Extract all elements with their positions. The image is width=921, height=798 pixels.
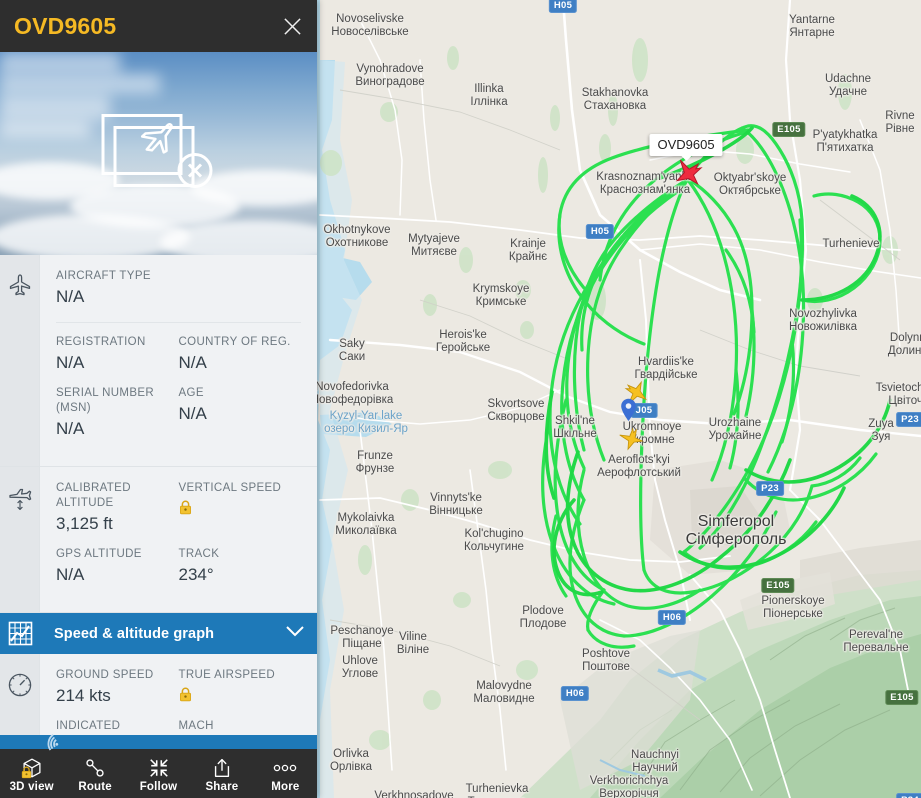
field-label: TRUE AIRSPEED	[178, 669, 276, 681]
wifi-icon	[44, 733, 62, 754]
no-aircraft-photo-icon	[99, 111, 219, 196]
field-true-airspeed: TRUE AIRSPEED	[179, 668, 302, 719]
bottom-toolbar: 3D view Route Follow Share More	[0, 749, 317, 798]
lock-icon[interactable]	[179, 500, 192, 520]
field-value: 234°	[178, 565, 214, 584]
toolbar-label: More	[271, 780, 300, 793]
road-shield: E105	[761, 578, 795, 593]
field-label: GROUND SPEED	[56, 669, 154, 681]
section-altitude: CALIBRATED ALTITUDE 3,125 ft VERTICAL SP…	[0, 467, 317, 613]
field-country-of-reg: COUNTRY OF REG. N/A	[179, 335, 302, 386]
toolbar-label: Route	[78, 780, 112, 793]
field-ground-speed: GROUND SPEED 214 kts	[56, 668, 179, 719]
toolbar-share-button[interactable]: Share	[190, 755, 253, 793]
section-speed: GROUND SPEED 214 kts TRUE AIRSPEED INDIC…	[0, 654, 317, 735]
signal-strip	[0, 733, 317, 751]
cube-icon	[0, 757, 63, 779]
field-label: AGE	[178, 387, 204, 399]
flight-details-panel: OVD9605 AIRCRAFT TYPE N/A REGISTRATION N…	[0, 0, 317, 798]
section-aircraft: AIRCRAFT TYPE N/A REGISTRATION N/A COUNT…	[0, 255, 317, 467]
field-indicated-airspeed: INDICATED AIRSPEED	[56, 719, 179, 735]
toolbar-more-button[interactable]: More	[254, 755, 317, 793]
section-aircraft-body: AIRCRAFT TYPE N/A REGISTRATION N/A COUNT…	[40, 255, 317, 466]
field-label: REGISTRATION	[56, 336, 146, 348]
field-label: TRACK	[178, 548, 220, 560]
road-shield: P23	[896, 412, 921, 427]
road-shield: E105	[885, 690, 919, 705]
lock-icon	[21, 766, 32, 778]
speedometer-icon	[0, 654, 40, 735]
road-shield: E105	[772, 122, 806, 137]
toolbar-label: Follow	[139, 780, 178, 793]
field-age: AGE N/A	[179, 386, 302, 452]
toolbar-label: Share	[205, 780, 239, 793]
road-shield: P34	[896, 793, 921, 798]
field-value: N/A	[56, 419, 85, 438]
field-gps-altitude: GPS ALTITUDE N/A	[56, 547, 179, 598]
field-value: N/A	[178, 353, 207, 372]
field-aircraft-type: AIRCRAFT TYPE N/A	[56, 269, 301, 320]
close-icon[interactable]	[279, 13, 305, 39]
field-value: 214 kts	[56, 686, 111, 705]
toolbar-label: 3D view	[9, 780, 54, 793]
toolbar-route-button[interactable]: Route	[63, 755, 126, 793]
road-shield: P23	[756, 481, 784, 496]
section-speed-body: GROUND SPEED 214 kts TRUE AIRSPEED INDIC…	[40, 654, 317, 735]
field-track: TRACK 234°	[179, 547, 302, 598]
road-shield: H06	[560, 686, 590, 701]
toolbar-3d-view-button[interactable]: 3D view	[0, 755, 63, 793]
share-icon	[190, 757, 253, 779]
panel-footer: 3D view Route Follow Share More	[0, 733, 317, 798]
road-shield: H05	[585, 224, 615, 239]
field-value: 3,125 ft	[56, 514, 113, 533]
field-label: SERIAL NUMBER (MSN)	[56, 387, 155, 414]
lock-icon[interactable]	[179, 687, 192, 707]
field-label: AIRCRAFT TYPE	[56, 270, 151, 282]
field-mach: MACH	[179, 719, 302, 735]
field-vertical-speed: VERTICAL SPEED	[179, 481, 302, 547]
field-serial-number: SERIAL NUMBER (MSN) N/A	[56, 386, 179, 452]
field-value: N/A	[56, 287, 85, 306]
graph-bar-label: Speed & altitude graph	[54, 625, 215, 642]
chart-grid-icon	[0, 621, 40, 646]
panel-header: OVD9605	[0, 0, 317, 52]
field-label: GPS ALTITUDE	[56, 548, 142, 560]
field-calibrated-altitude: CALIBRATED ALTITUDE 3,125 ft	[56, 481, 179, 547]
field-value: N/A	[178, 404, 207, 423]
flight-number-title: OVD9605	[14, 12, 117, 39]
altitude-icon	[0, 467, 40, 612]
road-shield: H05	[548, 0, 578, 13]
field-label: CALIBRATED ALTITUDE	[56, 482, 131, 509]
speed-altitude-graph-bar[interactable]: Speed & altitude graph	[0, 613, 317, 654]
road-shield: H06	[657, 610, 687, 625]
field-label: COUNTRY OF REG.	[178, 336, 291, 348]
details-scroll-area[interactable]: AIRCRAFT TYPE N/A REGISTRATION N/A COUNT…	[0, 255, 317, 735]
field-label: MACH	[178, 720, 214, 732]
field-value: N/A	[56, 565, 85, 584]
airplane-icon	[0, 255, 40, 466]
field-label: VERTICAL SPEED	[178, 482, 282, 494]
section-altitude-body: CALIBRATED ALTITUDE 3,125 ft VERTICAL SP…	[40, 467, 317, 612]
more-dots-icon	[254, 757, 317, 779]
chevron-down-icon[interactable]	[285, 625, 305, 643]
route-icon	[63, 757, 126, 779]
aircraft-photo	[0, 52, 317, 255]
follow-icon	[127, 757, 190, 779]
field-label: INDICATED AIRSPEED	[56, 720, 121, 732]
toolbar-follow-button[interactable]: Follow	[127, 755, 190, 793]
divider	[56, 322, 301, 323]
field-value: N/A	[56, 353, 85, 372]
field-registration: REGISTRATION N/A	[56, 335, 179, 386]
